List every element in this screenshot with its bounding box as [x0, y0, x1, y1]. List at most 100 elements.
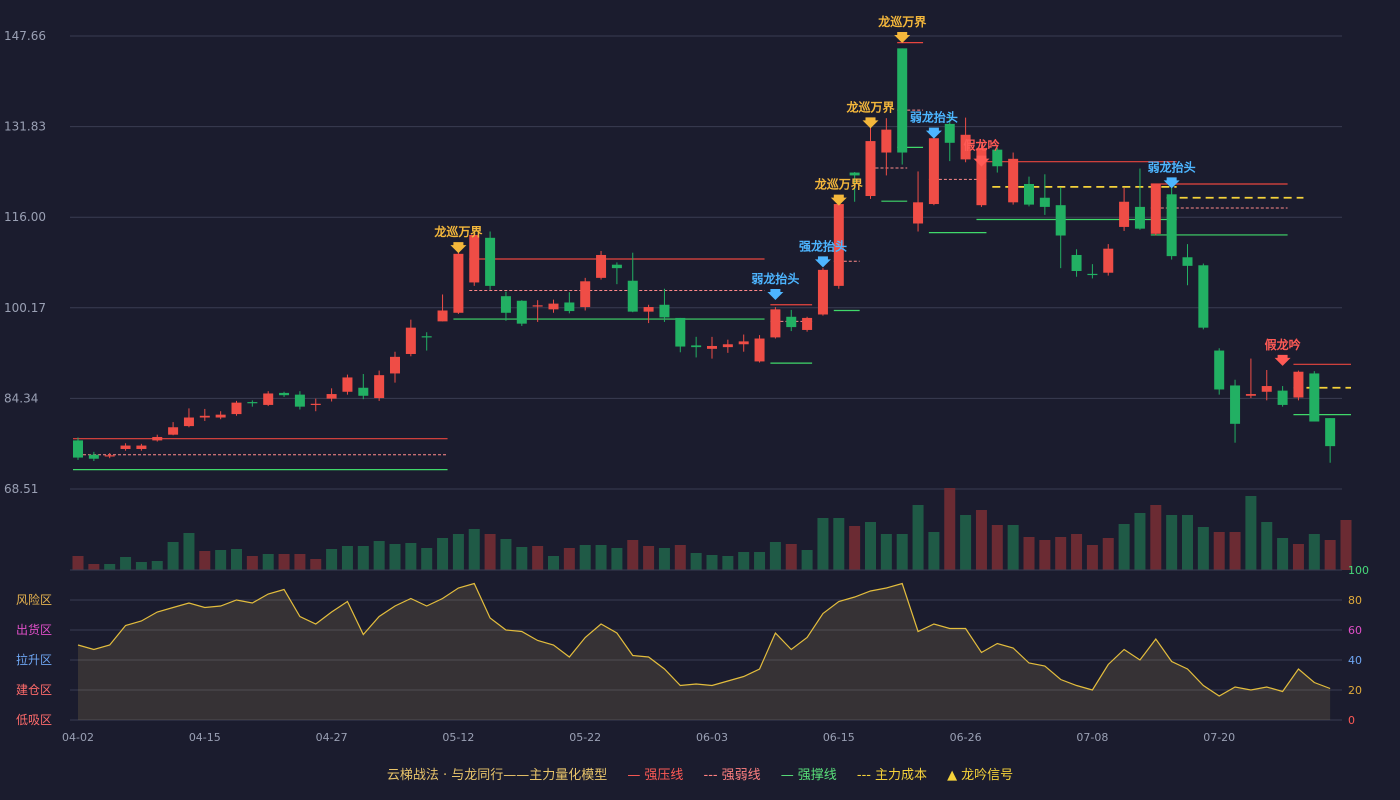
signal-arrow-icon: [767, 289, 784, 301]
volume-bar: [896, 534, 908, 570]
candle-body: [152, 436, 163, 441]
legend-title: 云梯战法 · 与龙同行——主力量化模型: [386, 768, 608, 783]
signal-arrow-icon: [1274, 354, 1291, 366]
volume-bar: [326, 549, 338, 570]
signal-label: 龙巡万界: [878, 14, 926, 29]
osc-tick-label: 20: [1348, 684, 1362, 697]
volume-bar: [421, 548, 433, 570]
candle-body: [390, 356, 400, 374]
volume-bar: [769, 542, 781, 570]
candle-body: [88, 454, 99, 459]
candle-body: [358, 387, 369, 396]
volume-bar: [516, 547, 528, 570]
candle-body: [421, 336, 432, 338]
candle-body: [897, 48, 908, 153]
volume-bar: [1150, 505, 1162, 570]
date-tick-label: 05-22: [569, 731, 601, 744]
volume-bar: [452, 534, 464, 570]
volume-bar: [262, 554, 274, 570]
candle-body: [183, 417, 194, 427]
volume-bar: [405, 543, 417, 570]
candle-body: [865, 141, 876, 197]
osc-zone-label: 风险区: [16, 592, 52, 607]
volume-bar: [1071, 534, 1083, 570]
legend-strong-label: 强压线: [644, 768, 684, 783]
candlesticks: [73, 48, 1336, 463]
candle-body: [1261, 386, 1272, 392]
volume-bar: [389, 544, 401, 570]
candle-body: [326, 394, 337, 399]
candle-body: [279, 392, 290, 396]
candle-body: [1230, 385, 1241, 424]
candle-body: [485, 237, 496, 286]
signal-label: 龙巡万界: [815, 177, 863, 192]
legend-weak-line[interactable]: --- 强弱线: [704, 764, 761, 783]
candle-body: [199, 415, 210, 418]
candle-body: [1008, 158, 1019, 203]
volume-bar: [643, 546, 655, 570]
volume-bar: [960, 515, 972, 570]
candle-body: [1198, 265, 1209, 328]
candle-body: [849, 172, 860, 176]
candle-body: [1325, 418, 1336, 447]
candle-body: [532, 305, 543, 307]
candle-body: [374, 375, 385, 399]
volume-bar: [1245, 496, 1257, 570]
legend-support-line[interactable]: — 强撑线: [781, 764, 837, 783]
date-tick-label: 05-12: [442, 731, 474, 744]
volume-bar: [991, 525, 1003, 570]
candle-body: [405, 327, 416, 354]
candle-body: [1087, 273, 1098, 276]
candle-body: [675, 317, 686, 347]
osc-zone-label: 低吸区: [16, 713, 52, 727]
legend-strong-symbol: —: [627, 768, 641, 783]
candle-body: [104, 455, 115, 457]
volume-bar: [1197, 527, 1209, 570]
candle-body: [738, 341, 749, 345]
volume-bar: [706, 555, 718, 570]
legend-weak-symbol: ---: [703, 768, 718, 783]
volume-bar: [722, 556, 734, 570]
volume-bar: [1134, 513, 1146, 570]
volume-bar: [1229, 532, 1241, 570]
legend-cost-symbol: ---: [856, 768, 871, 783]
volume-bar: [357, 546, 369, 570]
candle-body: [73, 440, 83, 458]
volume-bar: [658, 548, 670, 570]
volume-bar: [183, 533, 195, 570]
osc-area: [78, 583, 1331, 720]
volume-bar: [1023, 537, 1035, 570]
volume-bar: [215, 550, 227, 570]
legend-strong-line[interactable]: — 强压线: [627, 764, 683, 783]
legend-support-label: 强撑线: [797, 768, 837, 783]
candle-body: [294, 394, 305, 407]
candle-body: [659, 304, 670, 318]
candle-body: [215, 414, 226, 418]
candle-body: [453, 253, 464, 313]
signal-label: 龙巡万界: [434, 224, 482, 239]
candle-body: [691, 345, 702, 348]
price-tick-label: 68.51: [4, 482, 38, 496]
legend-signal-label: 龙吟信号: [961, 768, 1014, 783]
volume-bar: [1277, 538, 1289, 570]
legend-cost-line[interactable]: --- 主力成本: [857, 764, 927, 783]
volume-bar: [104, 564, 116, 570]
osc-zone-label: 出货区: [16, 622, 52, 637]
volume-bar: [246, 556, 258, 570]
volume-bar: [1166, 515, 1178, 570]
volume-bar: [1324, 540, 1336, 570]
volume-bar: [880, 534, 892, 570]
volume-bar: [928, 532, 940, 570]
volume-bars: [72, 488, 1352, 570]
signal-arrow-icon: [925, 127, 942, 139]
volume-bar: [944, 488, 956, 570]
legend-signal[interactable]: ▲ 龙吟信号: [947, 764, 1013, 783]
volume-bar: [231, 549, 242, 570]
date-tick-label: 07-20: [1203, 731, 1235, 744]
candle-body: [564, 302, 575, 312]
volume-bar: [801, 550, 813, 570]
volume-bar: [373, 541, 385, 570]
candle-body: [722, 344, 733, 348]
signal-arrow-icon: [894, 32, 911, 44]
price-tick-label: 131.83: [4, 120, 46, 134]
